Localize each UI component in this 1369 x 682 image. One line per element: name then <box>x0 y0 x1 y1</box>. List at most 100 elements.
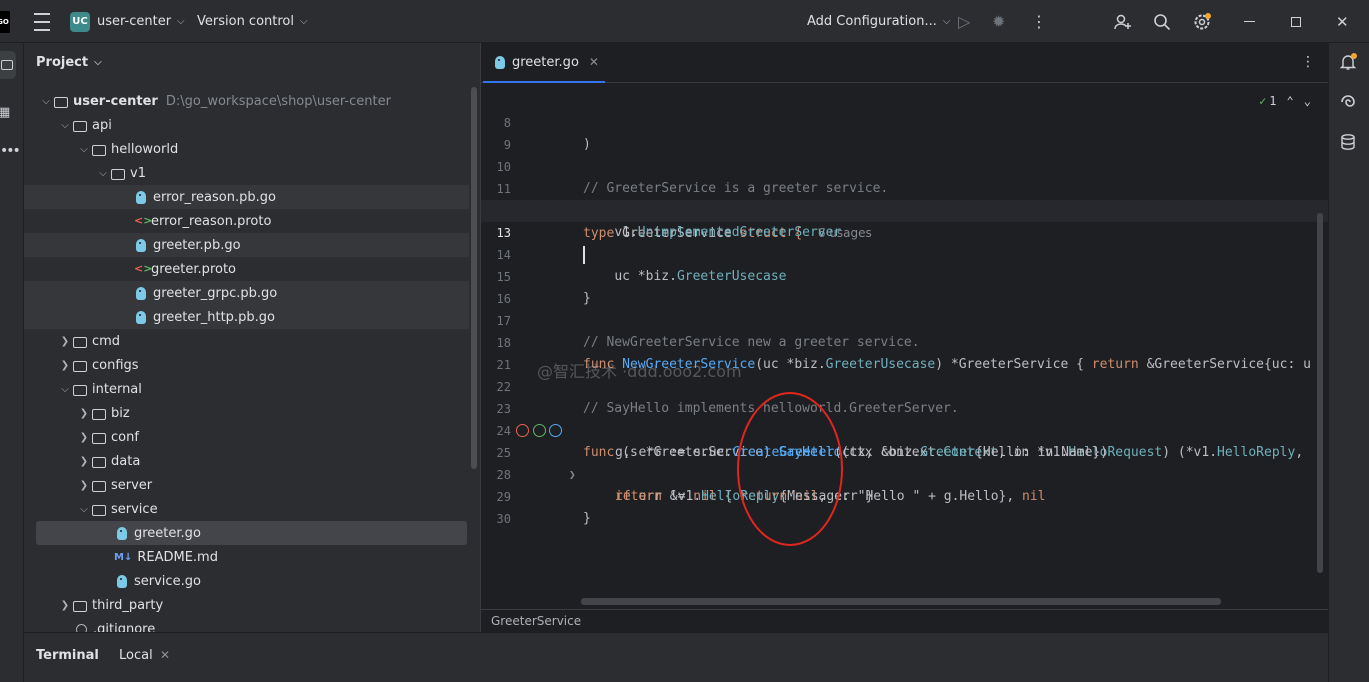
code-area[interactable]: ✓ 1 ⌃ ⌄ 8 ) 9 10 // GreeterService is a g… <box>481 90 1329 600</box>
check-icon: ✓ <box>1259 94 1267 108</box>
editor-horizontal-scrollbar[interactable] <box>581 598 1221 605</box>
project-scrollbar[interactable] <box>471 87 477 469</box>
code-with-me-button[interactable] <box>1114 0 1132 43</box>
tree-item[interactable]: greeter.pb.go <box>24 233 469 257</box>
inspection-status: ✓ 1 <box>1259 94 1277 108</box>
project-view-selector[interactable]: Project ⌵ <box>36 55 102 70</box>
go-file-icon <box>117 526 127 540</box>
hamburger-menu-icon[interactable] <box>34 0 50 43</box>
folder-icon <box>92 408 106 420</box>
tree-item[interactable]: ⌵ helloworld <box>24 137 469 161</box>
tree-item[interactable]: ⌵ service <box>24 497 469 521</box>
tabs-menu-button[interactable]: ⋮ <box>1301 54 1315 70</box>
tree-item[interactable]: ❯ biz <box>24 401 469 425</box>
close-icon[interactable]: ✕ <box>160 648 170 662</box>
tree-item[interactable]: ❯ configs <box>24 353 469 377</box>
structure-tool-button[interactable]: ▦ <box>0 105 10 120</box>
run-configuration-dropdown[interactable]: Add Configuration... ⌵ <box>807 0 950 43</box>
breadcrumb-item[interactable]: GreeterService <box>491 614 581 628</box>
maximize-button[interactable] <box>1291 0 1301 43</box>
tree-label: error_reason.pb.go <box>153 189 276 205</box>
code-line: 29 } <box>496 490 591 526</box>
markdown-file-icon: M↓ <box>114 551 133 563</box>
tree-item[interactable]: .gitignore <box>24 617 469 632</box>
tree-item[interactable]: greeter_http.pb.go <box>24 305 469 329</box>
chevron-down-icon: ⌵ <box>80 143 88 155</box>
tree-item[interactable]: ❯ conf <box>24 425 469 449</box>
tree-label: configs <box>92 357 139 373</box>
tree-item[interactable]: <> error_reason.proto <box>24 209 469 233</box>
tree-label: greeter.go <box>134 525 201 541</box>
chevron-right-icon: ❯ <box>79 407 89 419</box>
project-tool-button[interactable] <box>0 51 16 79</box>
code-line: 8 ) <box>503 116 591 152</box>
editor-vertical-scrollbar[interactable] <box>1317 213 1323 573</box>
tree-label: v1 <box>130 165 146 181</box>
tree-item[interactable]: ⌵ api <box>24 113 469 137</box>
ai-assistant-button[interactable] <box>1339 93 1357 115</box>
chevron-down-icon[interactable]: ⌄ <box>1304 94 1311 108</box>
close-icon: ✕ <box>1336 12 1349 31</box>
tab-local[interactable]: Local <box>119 648 153 663</box>
root-path: D:\go_workspace\shop\user-center <box>165 93 391 109</box>
folder-icon <box>92 144 106 156</box>
folder-icon <box>73 360 87 372</box>
tree-item[interactable]: ⌵ internal <box>24 377 469 401</box>
minimize-button[interactable] <box>1244 0 1255 43</box>
run-button[interactable]: ▷ <box>958 0 970 43</box>
tree-label: greeter.pb.go <box>153 237 241 253</box>
tree-item[interactable]: greeter_grpc.pb.go <box>24 281 469 305</box>
settings-button[interactable] <box>1192 0 1212 43</box>
chevron-right-icon: ❯ <box>60 599 70 611</box>
code-line: 28 return &v1.HelloReply{Message: "Hello… <box>496 468 1046 504</box>
tree-item[interactable]: <> greeter.proto <box>24 257 469 281</box>
tree-item[interactable]: ❯ third_party <box>24 593 469 617</box>
proto-file-icon: <> <box>134 262 153 275</box>
tree-label: data <box>111 453 141 469</box>
tree-item[interactable]: ❯ data <box>24 449 469 473</box>
folder-icon <box>92 432 106 444</box>
code-line: 10 // GreeterService is a greeter servic… <box>496 160 889 196</box>
database-button[interactable] <box>1339 133 1357 155</box>
more-tools-button[interactable]: ••• <box>0 143 21 159</box>
chevron-down-icon: ⌵ <box>300 16 308 27</box>
tree-item[interactable]: ❯ server <box>24 473 469 497</box>
inspection-widget[interactable]: ✓ 1 ⌃ ⌄ <box>1259 94 1311 108</box>
go-file-icon <box>136 310 146 324</box>
tree-item[interactable]: error_reason.pb.go <box>24 185 469 209</box>
project-badge: UC <box>70 11 90 32</box>
minimize-icon <box>1244 20 1255 23</box>
tab-greeter-go[interactable]: greeter.go ✕ <box>483 43 605 83</box>
tree-item[interactable]: ⌵ v1 <box>24 161 469 185</box>
terminal-title: Terminal <box>36 648 99 663</box>
chevron-down-icon: ⌵ <box>94 57 102 68</box>
more-actions-button[interactable]: ⋮ <box>1031 0 1047 43</box>
tree-item[interactable]: ❯ cmd <box>24 329 469 353</box>
folder-icon <box>73 120 87 132</box>
debug-button[interactable]: ✹ <box>992 0 1005 43</box>
chevron-up-icon[interactable]: ⌃ <box>1287 94 1294 108</box>
tree-item[interactable]: M↓ README.md <box>24 545 469 569</box>
vcs-menu[interactable]: Version control ⌵ <box>197 0 308 43</box>
folder-icon <box>73 600 87 612</box>
tree-item[interactable]: service.go <box>24 569 469 593</box>
database-icon <box>1341 134 1355 150</box>
folder-icon <box>54 96 68 108</box>
close-window-button[interactable]: ✕ <box>1336 0 1349 43</box>
breadcrumb[interactable]: GreeterService <box>481 609 1329 632</box>
close-icon[interactable]: ✕ <box>589 55 599 69</box>
code-line: 21 <box>496 358 511 372</box>
chevron-right-icon: ❯ <box>60 335 70 347</box>
tree-item-selected[interactable]: greeter.go <box>36 521 467 545</box>
notifications-button[interactable] <box>1339 53 1357 75</box>
app-logo: GO <box>0 0 10 43</box>
search-icon <box>1154 13 1171 30</box>
tree-root[interactable]: ⌵ user-center D:\go_workspace\shop\user-… <box>24 89 469 113</box>
go-file-icon <box>136 286 146 300</box>
project-switcher[interactable]: UC user-center ⌵ <box>70 0 185 43</box>
tree-label: service.go <box>134 573 201 589</box>
search-button[interactable] <box>1153 0 1171 43</box>
code-line: 18 func NewGreeterService(uc *biz.Greete… <box>496 336 1311 372</box>
ai-assistant-icon <box>1341 95 1355 107</box>
folder-icon <box>111 168 125 180</box>
